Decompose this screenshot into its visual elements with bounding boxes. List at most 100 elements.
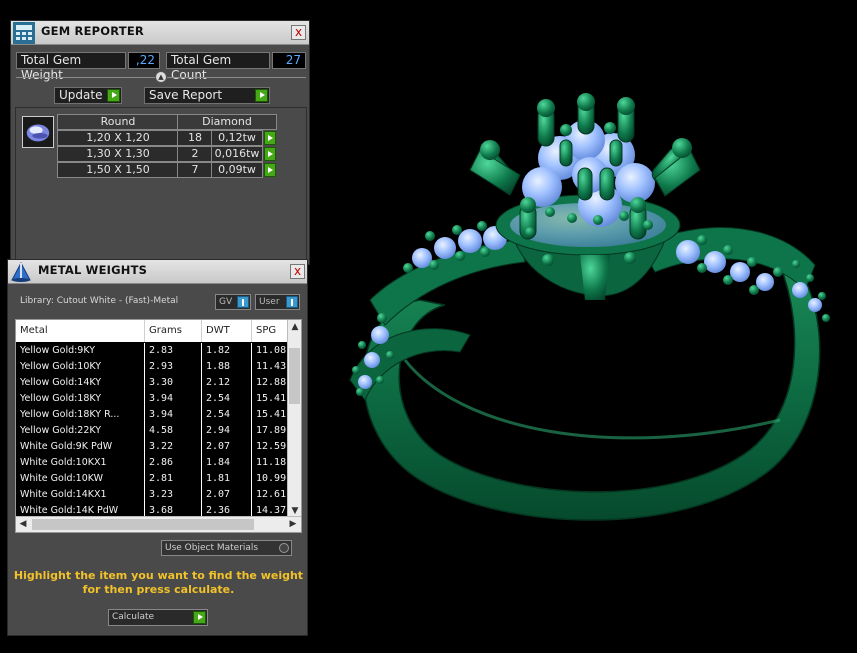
metal-table-row[interactable]: Yellow Gold:18KY 3.94 2.54 15.41 xyxy=(16,391,288,407)
3d-viewport[interactable] xyxy=(310,0,857,653)
gem-count-cell: 18 xyxy=(177,130,213,146)
metal-weights-close-icon[interactable]: x xyxy=(290,264,305,279)
grams-cell: 3.94 xyxy=(145,391,202,407)
spg-cell: 11.43 xyxy=(252,359,288,375)
dwt-cell: 2.54 xyxy=(202,391,252,407)
grams-cell: 2.81 xyxy=(145,471,202,487)
metal-table: Metal Grams DWT SPG Yellow Gold:9KY 2.83 1… xyxy=(15,319,302,533)
select-row-play-icon[interactable] xyxy=(264,131,276,145)
spg-cell: 12.61 xyxy=(252,487,288,503)
user-toggle[interactable]: User xyxy=(255,294,300,310)
col-header-metal[interactable]: Metal xyxy=(16,320,145,342)
gv-toggle-label: GV xyxy=(219,297,233,307)
gv-toggle[interactable]: GV xyxy=(215,294,251,310)
metal-weights-panel: METAL WEIGHTS x Library: Cutout White - … xyxy=(7,259,308,636)
grams-cell: 3.30 xyxy=(145,375,202,391)
dwt-cell: 1.84 xyxy=(202,455,252,471)
hint-line-1: Highlight the item you want to find the … xyxy=(13,569,304,582)
metal-name-cell: Yellow Gold:9KY xyxy=(16,343,145,359)
application-window: GEM REPORTER x Total Gem Weight ,22 Tota… xyxy=(0,0,857,653)
total-gem-weight-value: ,22 xyxy=(128,52,160,69)
grams-cell: 4.58 xyxy=(145,423,202,439)
metal-name-cell: Yellow Gold:10KY xyxy=(16,359,145,375)
grams-cell: 2.93 xyxy=(145,359,202,375)
gem-count-cell: 2 xyxy=(177,146,213,162)
size-slider-handle-icon[interactable]: ▲ xyxy=(155,71,167,83)
spg-cell: 15.41 xyxy=(252,407,288,423)
radio-icon xyxy=(279,543,289,553)
gem-reporter-panel: GEM REPORTER x Total Gem Weight ,22 Tota… xyxy=(10,20,310,265)
metal-table-row[interactable]: Yellow Gold:9KY 2.83 1.82 11.08 xyxy=(16,343,288,359)
metal-table-row[interactable]: White Gold:9K PdW 3.22 2.07 12.59 xyxy=(16,439,288,455)
select-row-play-icon[interactable] xyxy=(264,147,276,161)
gem-weight-cell: 0,09tw xyxy=(211,162,263,178)
scroll-left-icon[interactable]: ◀ xyxy=(16,517,30,531)
metal-table-row[interactable]: White Gold:14KX1 3.23 2.07 12.61 xyxy=(16,487,288,503)
grams-cell: 2.86 xyxy=(145,455,202,471)
dwt-cell: 2.54 xyxy=(202,407,252,423)
gem-size-cell: 1,50 X 1,50 xyxy=(57,162,179,178)
play-icon xyxy=(193,611,206,624)
play-icon xyxy=(255,89,268,102)
user-toggle-label: User xyxy=(259,297,280,307)
calculate-button[interactable]: Calculate xyxy=(108,609,208,626)
gem-reporter-icon xyxy=(13,22,35,44)
play-icon xyxy=(107,89,120,102)
gem-weight-cell: 0,016tw xyxy=(211,146,263,162)
scroll-right-icon[interactable]: ▶ xyxy=(286,517,300,531)
update-button[interactable]: Update xyxy=(54,87,122,104)
vertical-scrollbar[interactable]: ▲ ▼ xyxy=(287,320,301,518)
select-row-play-icon[interactable] xyxy=(264,163,276,177)
col-header-dwt[interactable]: DWT xyxy=(202,320,252,342)
gem-reporter-close-icon[interactable]: x xyxy=(291,25,306,40)
metal-table-row[interactable]: White Gold:10KX1 2.86 1.84 11.18 xyxy=(16,455,288,471)
grams-cell: 3.23 xyxy=(145,487,202,503)
metal-name-cell: White Gold:10KX1 xyxy=(16,455,145,471)
metal-name-cell: White Gold:10KW xyxy=(16,471,145,487)
gem-table: Round Diamond 1,20 X 1,20 18 0,12tw 1,30… xyxy=(15,107,307,262)
gem-shape-header: Round xyxy=(57,114,179,130)
metal-table-row[interactable]: White Gold:10KW 2.81 1.81 10.99 xyxy=(16,471,288,487)
horizontal-scroll-thumb[interactable] xyxy=(32,519,254,530)
hint-line-2: for then press calculate. xyxy=(82,583,235,596)
update-button-label: Update xyxy=(59,88,103,102)
round-gem-thumbnail-icon[interactable] xyxy=(22,116,54,148)
dwt-cell: 2.12 xyxy=(202,375,252,391)
metal-table-row[interactable]: Yellow Gold:14KY 3.30 2.12 12.88 xyxy=(16,375,288,391)
toggle-indicator-icon xyxy=(286,296,298,308)
metal-name-cell: White Gold:9K PdW xyxy=(16,439,145,455)
gem-reporter-title: GEM REPORTER xyxy=(41,24,144,38)
col-header-grams[interactable]: Grams xyxy=(145,320,202,342)
grams-cell: 3.22 xyxy=(145,439,202,455)
metal-table-row[interactable]: Yellow Gold:18KY R... 3.94 2.54 15.41 xyxy=(16,407,288,423)
save-report-button[interactable]: Save Report xyxy=(144,87,270,104)
scroll-up-icon[interactable]: ▲ xyxy=(288,320,301,334)
metal-weights-titlebar[interactable]: METAL WEIGHTS x xyxy=(8,260,307,284)
horizontal-scrollbar[interactable]: ◀ ▶ xyxy=(16,516,301,532)
col-header-spg[interactable]: SPG xyxy=(252,320,288,342)
metal-name-cell: White Gold:14KX1 xyxy=(16,487,145,503)
gem-reporter-titlebar[interactable]: GEM REPORTER x xyxy=(11,21,309,45)
metal-weights-icon xyxy=(11,261,31,282)
spg-cell: 11.18 xyxy=(252,455,288,471)
spg-cell: 11.08 xyxy=(252,343,288,359)
metal-table-row[interactable]: Yellow Gold:10KY 2.93 1.88 11.43 xyxy=(16,359,288,375)
grams-cell: 2.83 xyxy=(145,343,202,359)
metal-name-cell: Yellow Gold:18KY R... xyxy=(16,407,145,423)
ring-render xyxy=(349,93,830,521)
metal-weights-title: METAL WEIGHTS xyxy=(38,263,148,277)
use-object-materials-checkbox[interactable]: Use Object Materials xyxy=(161,540,292,556)
dwt-cell: 2.07 xyxy=(202,487,252,503)
dwt-cell: 1.88 xyxy=(202,359,252,375)
metal-name-cell: Yellow Gold:22KY xyxy=(16,423,145,439)
spg-cell: 12.59 xyxy=(252,439,288,455)
total-gem-weight-label: Total Gem Weight xyxy=(16,52,126,82)
calculate-button-label: Calculate xyxy=(112,612,155,622)
library-label: Library: Cutout White - (Fast)-Metal xyxy=(20,296,179,306)
spg-cell: 10.99 xyxy=(252,471,288,487)
metal-table-row[interactable]: Yellow Gold:22KY 4.58 2.94 17.89 xyxy=(16,423,288,439)
gem-size-cell: 1,30 X 1,30 xyxy=(57,146,179,162)
vertical-scroll-thumb[interactable] xyxy=(289,348,300,404)
dwt-cell: 2.07 xyxy=(202,439,252,455)
toggle-indicator-icon xyxy=(237,296,249,308)
